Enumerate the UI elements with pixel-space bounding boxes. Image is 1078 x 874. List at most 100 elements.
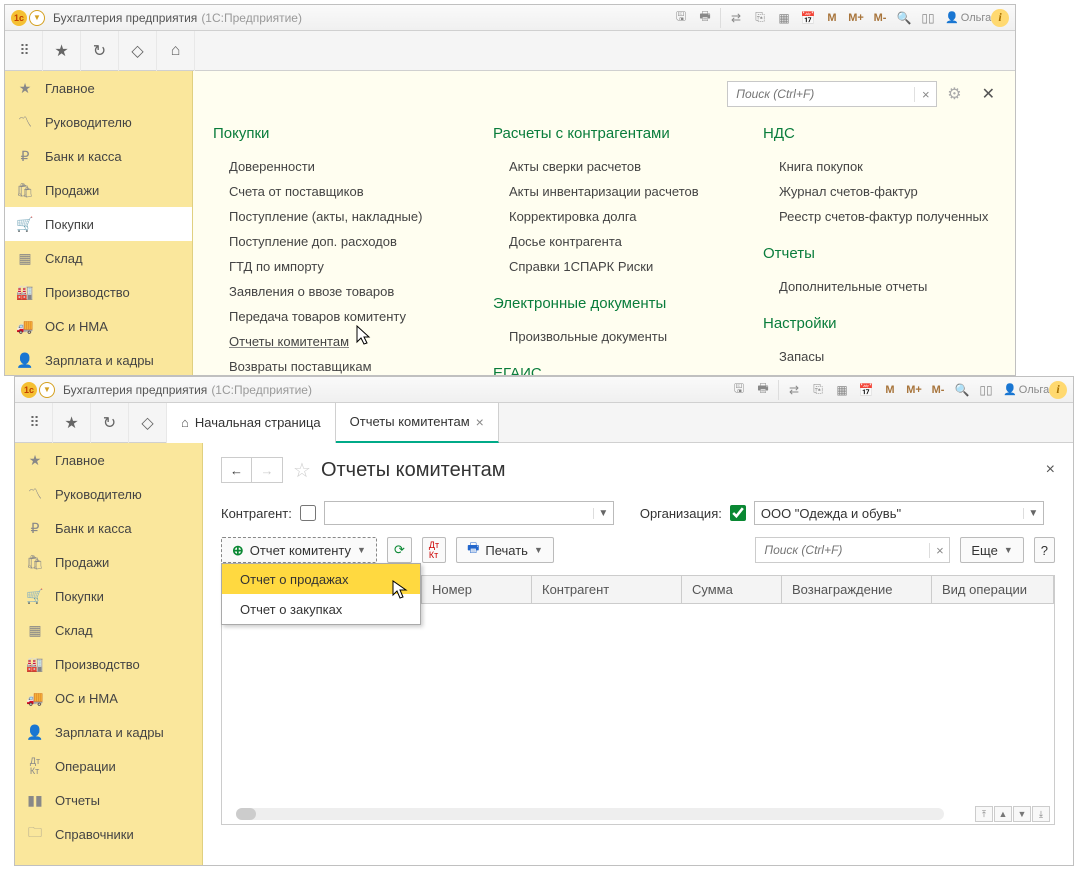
chevron-down-icon[interactable]: ▼ bbox=[1023, 508, 1043, 519]
search-box[interactable]: × bbox=[727, 81, 937, 107]
link-spark[interactable]: Справки 1СПАРК Риски bbox=[493, 254, 723, 279]
memory-mminus-button[interactable]: M- bbox=[929, 382, 947, 398]
dtkt-button[interactable]: ДтКт bbox=[422, 537, 446, 563]
info-icon[interactable]: i bbox=[991, 9, 1009, 27]
print-icon[interactable]: 🖶 bbox=[754, 382, 772, 398]
user-icon[interactable]: 👤 bbox=[943, 10, 961, 26]
scroll-up-button[interactable]: ▲ bbox=[994, 806, 1012, 822]
sidebar-item-main[interactable]: ★Главное bbox=[15, 443, 202, 477]
contractor-combo[interactable]: ▼ bbox=[324, 501, 614, 525]
sidebar-item-bank[interactable]: ₽Банк и касса bbox=[15, 511, 202, 545]
link-reconciliation[interactable]: Акты сверки расчетов bbox=[493, 154, 723, 179]
sidebar-item-purchases[interactable]: 🛒Покупки bbox=[5, 207, 192, 241]
notifications-icon[interactable]: ◇ bbox=[129, 403, 167, 443]
clear-icon[interactable]: × bbox=[929, 543, 949, 558]
table-body[interactable] bbox=[222, 604, 1054, 804]
sidebar-item-sales[interactable]: 🛍Продажи bbox=[5, 173, 192, 207]
panels-icon[interactable]: ▯▯ bbox=[977, 382, 995, 398]
scroll-bottom-button[interactable]: ⤓ bbox=[1032, 806, 1050, 822]
sidebar-item-hr[interactable]: 👤Зарплата и кадры bbox=[15, 715, 202, 749]
forward-button[interactable]: → bbox=[252, 458, 282, 482]
app-menu-dropdown[interactable]: ▼ bbox=[29, 10, 45, 26]
contractor-checkbox[interactable] bbox=[300, 505, 316, 521]
link-import-declare[interactable]: Заявления о ввозе товаров bbox=[213, 279, 453, 304]
menu-item-sales-report[interactable]: Отчет о продажах bbox=[222, 564, 420, 594]
memory-m-button[interactable]: M bbox=[881, 382, 899, 398]
compare-icon[interactable]: ⇄ bbox=[727, 10, 745, 26]
sidebar-item-reports[interactable]: ▮▮Отчеты bbox=[15, 783, 202, 817]
link-proxies[interactable]: Доверенности bbox=[213, 154, 453, 179]
save-icon[interactable]: 🖫 bbox=[672, 10, 690, 26]
favorite-icon[interactable]: ★ bbox=[43, 31, 81, 71]
favorite-icon[interactable]: ★ bbox=[53, 403, 91, 443]
apps-icon[interactable]: ⠿ bbox=[15, 403, 53, 443]
sidebar-item-manager[interactable]: 〽Руководителю bbox=[5, 105, 192, 139]
section-edoc[interactable]: Электронные документы bbox=[493, 295, 723, 312]
col-optype[interactable]: Вид операции bbox=[932, 576, 1054, 603]
user-name[interactable]: Ольга bbox=[1025, 382, 1043, 398]
notifications-icon[interactable]: ◇ bbox=[119, 31, 157, 71]
link-inventory-settlements[interactable]: Акты инвентаризации расчетов bbox=[493, 179, 723, 204]
zoom-icon[interactable]: 🔍 bbox=[953, 382, 971, 398]
link-supplier-returns[interactable]: Возвраты поставщикам bbox=[213, 354, 453, 375]
user-name[interactable]: Ольга bbox=[967, 10, 985, 26]
section-vat[interactable]: НДС bbox=[763, 125, 993, 142]
sidebar-item-bank[interactable]: ₽Банк и касса bbox=[5, 139, 192, 173]
sidebar-item-main[interactable]: ★Главное bbox=[5, 71, 192, 105]
sidebar-item-purchases[interactable]: 🛒Покупки bbox=[15, 579, 202, 613]
chevron-down-icon[interactable]: ▼ bbox=[593, 508, 613, 519]
link-supplier-invoices[interactable]: Счета от поставщиков bbox=[213, 179, 453, 204]
link-transfer-goods[interactable]: Передача товаров комитенту bbox=[213, 304, 453, 329]
copy-icon[interactable]: ⎘ bbox=[809, 382, 827, 398]
create-report-button[interactable]: ⊕ Отчет комитенту ▼ bbox=[221, 537, 377, 563]
info-icon[interactable]: i bbox=[1049, 381, 1067, 399]
list-search-input[interactable] bbox=[756, 543, 929, 557]
memory-m-button[interactable]: M bbox=[823, 10, 841, 26]
search-input[interactable] bbox=[728, 87, 914, 101]
memory-mplus-button[interactable]: M+ bbox=[905, 382, 923, 398]
memory-mminus-button[interactable]: M- bbox=[871, 10, 889, 26]
home-icon[interactable]: ⌂ bbox=[157, 31, 195, 71]
sidebar-item-hr[interactable]: 👤Зарплата и кадры bbox=[5, 343, 192, 377]
col-sum[interactable]: Сумма bbox=[682, 576, 782, 603]
link-additional-reports[interactable]: Дополнительные отчеты bbox=[763, 274, 993, 299]
col-contractor[interactable]: Контрагент bbox=[532, 576, 682, 603]
calendar-icon[interactable]: 📅 bbox=[799, 10, 817, 26]
sidebar-item-assets[interactable]: 🚚ОС и НМА bbox=[15, 681, 202, 715]
org-combo[interactable]: ООО "Одежда и обувь" ▼ bbox=[754, 501, 1044, 525]
list-search-box[interactable]: × bbox=[755, 537, 950, 563]
tab-home[interactable]: ⌂ Начальная страница bbox=[167, 403, 336, 443]
sidebar-item-assets[interactable]: 🚚ОС и НМА bbox=[5, 309, 192, 343]
history-icon[interactable]: ↻ bbox=[91, 403, 129, 443]
apps-icon[interactable]: ⠿ bbox=[5, 31, 43, 71]
link-receipts[interactable]: Поступление (акты, накладные) bbox=[213, 204, 453, 229]
copy-icon[interactable]: ⎘ bbox=[751, 10, 769, 26]
tab-reports[interactable]: Отчеты комитентам × bbox=[336, 403, 499, 443]
help-button[interactable]: ? bbox=[1034, 537, 1055, 563]
sidebar-item-warehouse[interactable]: ▦Склад bbox=[5, 241, 192, 275]
col-fee[interactable]: Вознаграждение bbox=[782, 576, 932, 603]
close-panel-icon[interactable]: ✕ bbox=[982, 84, 995, 104]
link-extra-costs[interactable]: Поступление доп. расходов bbox=[213, 229, 453, 254]
calendar-icon[interactable]: 📅 bbox=[857, 382, 875, 398]
scroll-top-button[interactable]: ⤒ bbox=[975, 806, 993, 822]
more-button[interactable]: Еще ▼ bbox=[960, 537, 1023, 563]
link-purchase-book[interactable]: Книга покупок bbox=[763, 154, 993, 179]
memory-mplus-button[interactable]: M+ bbox=[847, 10, 865, 26]
scroll-down-button[interactable]: ▼ bbox=[1013, 806, 1031, 822]
section-reports[interactable]: Отчеты bbox=[763, 245, 993, 262]
close-page-icon[interactable]: × bbox=[1046, 461, 1055, 479]
horizontal-scrollbar[interactable] bbox=[236, 808, 944, 820]
link-gtd[interactable]: ГТД по импорту bbox=[213, 254, 453, 279]
section-settings[interactable]: Настройки bbox=[763, 315, 993, 332]
clear-icon[interactable]: × bbox=[914, 87, 936, 102]
sidebar-item-production[interactable]: 🏭Производство bbox=[5, 275, 192, 309]
link-debt-correction[interactable]: Корректировка долга bbox=[493, 204, 723, 229]
link-invoice-register[interactable]: Реестр счетов-фактур полученных bbox=[763, 204, 993, 229]
favorite-page-icon[interactable]: ☆ bbox=[293, 458, 311, 483]
history-icon[interactable]: ↻ bbox=[81, 31, 119, 71]
calc-icon[interactable]: ▦ bbox=[775, 10, 793, 26]
sidebar-item-warehouse[interactable]: ▦Склад bbox=[15, 613, 202, 647]
calc-icon[interactable]: ▦ bbox=[833, 382, 851, 398]
sidebar-item-sales[interactable]: 🛍Продажи bbox=[15, 545, 202, 579]
